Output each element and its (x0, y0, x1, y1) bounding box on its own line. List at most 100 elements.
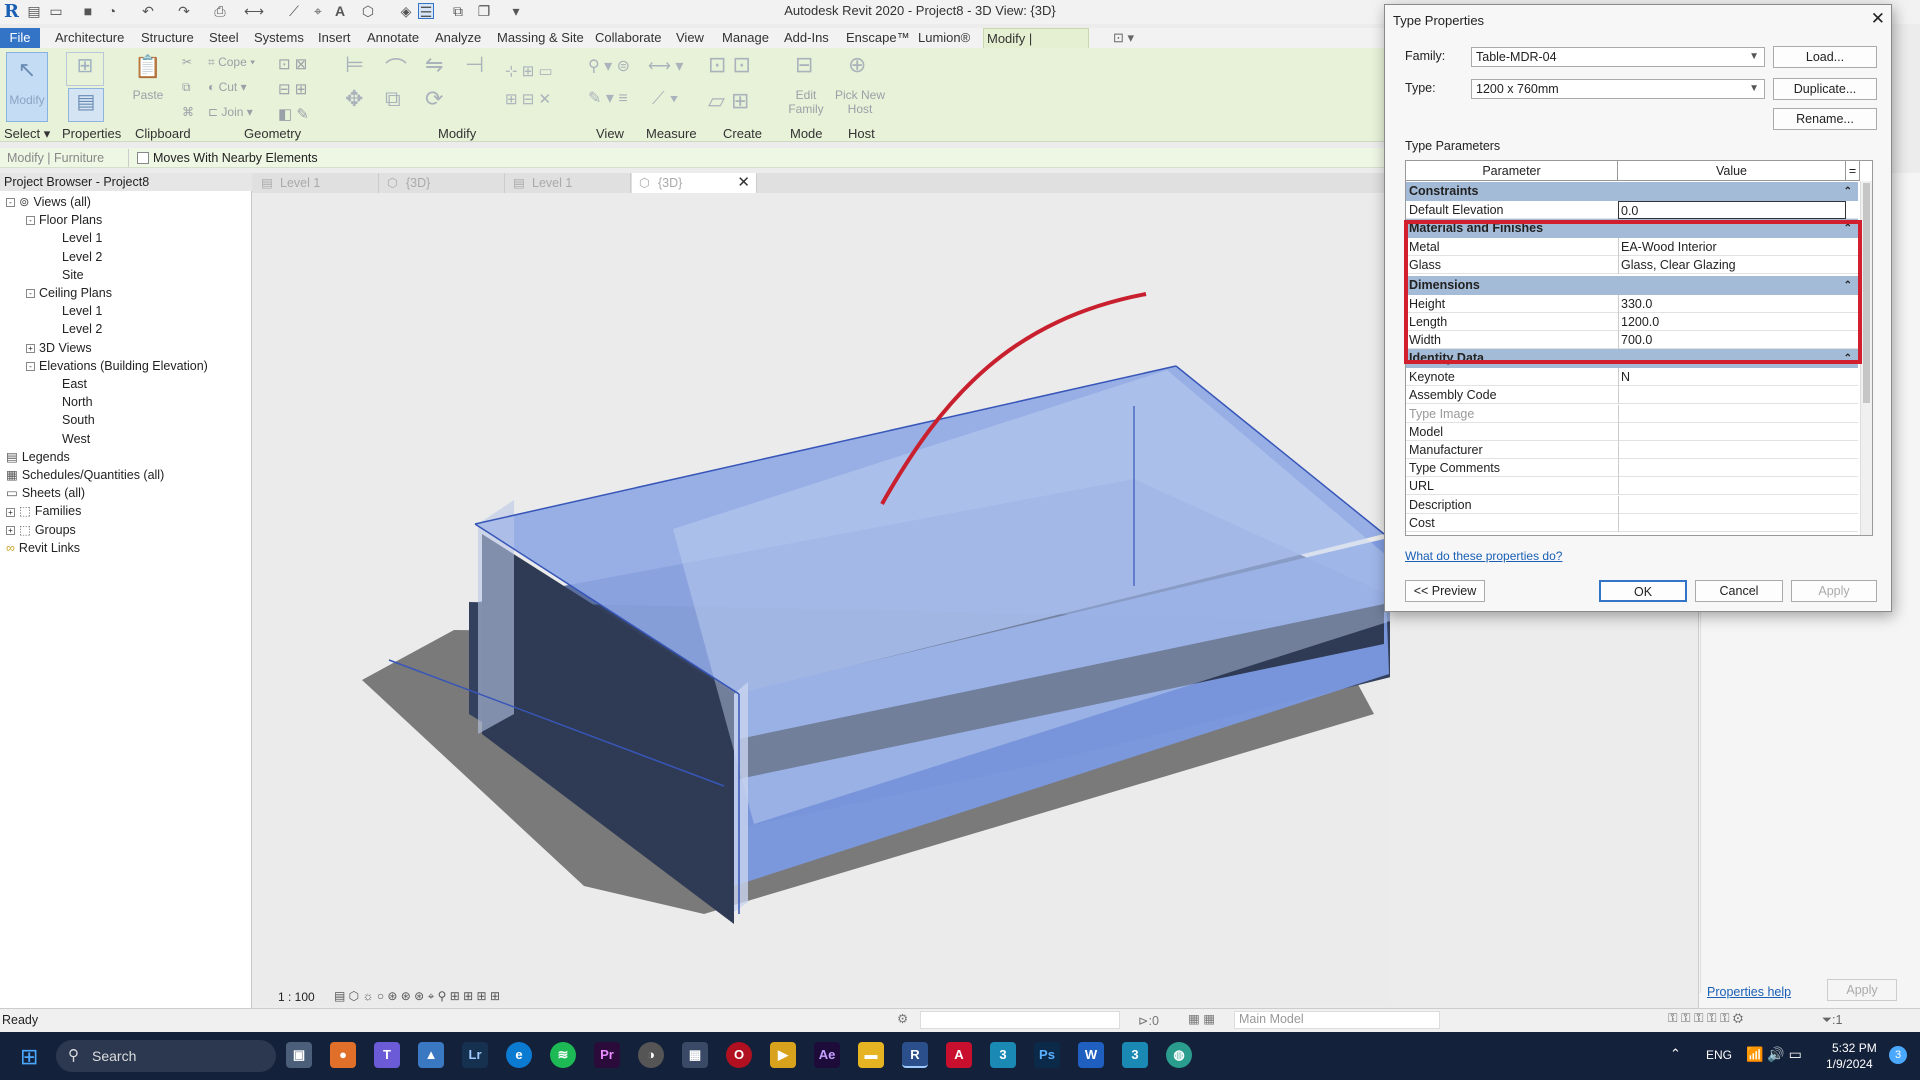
parameter-value[interactable] (1618, 404, 1846, 423)
create-group-icon[interactable]: ▱ ⊞ (708, 88, 749, 114)
tab-view[interactable]: View (673, 28, 707, 48)
parameter-value[interactable] (1618, 459, 1846, 478)
parameter-value[interactable] (1618, 441, 1846, 459)
tab-file[interactable]: File (0, 28, 40, 48)
parameter-row[interactable]: URL (1406, 477, 1858, 496)
array-icon[interactable]: ⊞ ⊟ ✕ (505, 90, 551, 108)
opera-icon[interactable]: O (726, 1042, 752, 1068)
tree-item[interactable]: ▦ Schedules/Quantities (all) (6, 466, 164, 484)
tree-item[interactable]: East (62, 375, 87, 393)
parameter-row[interactable]: Keynote N (1406, 368, 1858, 387)
tab-systems[interactable]: Systems (251, 28, 307, 48)
join-button[interactable]: ⊏ Join ▾ (208, 105, 253, 119)
view-scale[interactable]: 1 : 100 (278, 990, 315, 1004)
paint-icons[interactable]: ◧ ✎ (278, 105, 309, 123)
collapse-icon[interactable]: - (6, 198, 15, 208)
parameter-value[interactable]: 0.0 (1618, 201, 1846, 219)
spotify-icon[interactable]: ≋ (550, 1042, 576, 1068)
tree-item[interactable]: - Elevations (Building Elevation) (26, 357, 208, 375)
cut-button[interactable]: ◐ Cut ▾ (208, 80, 247, 94)
3dsmax-icon-2[interactable]: 3 (1122, 1042, 1148, 1068)
close-icon[interactable]: ✕ (1871, 9, 1885, 29)
cut-tool-icon[interactable]: ✂ (182, 55, 192, 69)
view-tools-icons[interactable]: ⚲ ▾ ⊜ (588, 56, 630, 76)
apply-button[interactable]: Apply (1791, 580, 1877, 602)
tree-item[interactable]: Level 1 (62, 302, 102, 320)
section-header[interactable]: Constraints ⌃ (1406, 182, 1858, 201)
edge-icon[interactable]: e (506, 1042, 532, 1068)
photoshop-icon[interactable]: Ps (1034, 1042, 1060, 1068)
people-app-icon[interactable]: ● (330, 1042, 356, 1068)
clock-time[interactable]: 5:32 PM (1832, 1041, 1877, 1055)
family-dropdown[interactable]: Table-MDR-04 ▼ (1471, 47, 1765, 67)
match-tool-icon[interactable]: ⌘ (182, 105, 194, 119)
tree-item[interactable]: + ⬚ Groups (6, 521, 76, 539)
tree-item[interactable]: Level 1 (62, 229, 102, 247)
edit-family-button[interactable]: Edit Family (785, 88, 827, 116)
tab-annotate[interactable]: Annotate (364, 28, 422, 48)
copy-icon[interactable]: ⧉ (385, 86, 401, 112)
tree-item[interactable]: ∞ Revit Links (6, 539, 80, 557)
windows-start-icon[interactable]: ⊞ (20, 1044, 38, 1070)
rename-button[interactable]: Rename... (1773, 108, 1877, 130)
tree-item[interactable]: ▤ Legends (6, 448, 70, 466)
tab-structure[interactable]: Structure (138, 28, 197, 48)
properties-apply-button[interactable]: Apply (1827, 979, 1897, 1001)
autocad-icon[interactable]: A (946, 1042, 972, 1068)
tree-item[interactable]: ▭ Sheets (all) (6, 484, 85, 502)
create-parts-icon[interactable]: ⊡ ⊡ (708, 52, 751, 78)
parameter-row[interactable]: Description (1406, 495, 1858, 514)
column-header-value[interactable]: Value (1618, 161, 1846, 181)
tree-item[interactable]: Level 2 (62, 248, 102, 266)
type-properties-icon[interactable]: ⊞ (66, 52, 104, 86)
workset-icon[interactable]: ⚙ (897, 1011, 908, 1026)
help-link[interactable]: What do these properties do? (1405, 549, 1562, 563)
tree-item[interactable]: - Floor Plans (26, 211, 102, 229)
pick-new-host-icon[interactable]: ⊕ (848, 52, 866, 78)
offset-icon[interactable]: ⌒ (385, 52, 407, 84)
tab-steel[interactable]: Steel (206, 28, 242, 48)
lightroom-icon[interactable]: Lr (462, 1042, 488, 1068)
tree-item[interactable]: Level 2 (62, 320, 102, 338)
tab-add-ins[interactable]: Add-Ins (781, 28, 832, 48)
properties-help-link[interactable]: Properties help (1707, 985, 1791, 999)
tab-collaborate[interactable]: Collaborate (592, 28, 665, 48)
main-model-dropdown[interactable]: Main Model (1234, 1011, 1440, 1029)
edit-family-icon[interactable]: ⊟ (795, 52, 813, 78)
tab-lumion[interactable]: Lumion® (915, 28, 973, 48)
calendar-icon[interactable]: ▦ (682, 1042, 708, 1068)
parameter-row[interactable]: Manufacturer (1406, 441, 1858, 459)
column-header-equals[interactable]: = (1846, 161, 1860, 181)
tab-modify-furniture[interactable]: Modify | Furniture (983, 28, 1089, 66)
teams-icon[interactable]: T (374, 1042, 400, 1068)
tab-insert[interactable]: Insert (315, 28, 354, 48)
tab-extra-dropdown[interactable]: ⊡ ▾ (1110, 28, 1137, 48)
task-view-icon[interactable]: ▣ (286, 1042, 312, 1068)
view-control-icons[interactable]: ▤ ⬡ ☼ ○ ⊛ ⊛ ⊛ ⌖ ⚲ ⊞ ⊞ ⊞ ⊞ (334, 989, 500, 1004)
copy-tool-icon[interactable]: ⧉ (182, 80, 191, 95)
filter-count[interactable]: ⏷:1 (1822, 1013, 1842, 1028)
parameter-value[interactable] (1618, 477, 1846, 496)
paste-icon[interactable]: 📋 (134, 54, 161, 80)
parameter-value[interactable] (1618, 495, 1846, 514)
mirror-icon[interactable]: ⇋ (425, 52, 443, 78)
3dsmax-icon[interactable]: 3 (990, 1042, 1016, 1068)
collapse-icon[interactable]: - (26, 362, 35, 371)
table-3d-model[interactable] (254, 194, 1444, 1002)
parameter-value[interactable] (1618, 386, 1846, 405)
collapse-icon[interactable]: ⌃ (1844, 182, 1852, 201)
measure-icon-ribbon[interactable]: ⟷ ▾ (648, 56, 683, 76)
align-icon[interactable]: ⊨ (345, 52, 364, 78)
media-icon[interactable]: ▶ (770, 1042, 796, 1068)
moves-with-nearby-checkbox[interactable] (137, 152, 149, 164)
workset-dropdown[interactable] (920, 1011, 1120, 1029)
3d-viewport[interactable] (254, 194, 1444, 1002)
chevron-up-icon[interactable]: ⌃ (1670, 1046, 1681, 1062)
design-options-icon[interactable]: ▦ ▦ (1188, 1011, 1215, 1026)
tree-item[interactable]: + ⬚ Families (6, 502, 81, 520)
ok-button[interactable]: OK (1599, 580, 1687, 602)
photos-icon[interactable]: ▲ (418, 1042, 444, 1068)
tree-item[interactable]: +3D Views (26, 339, 92, 357)
language-indicator[interactable]: ENG (1706, 1048, 1732, 1062)
parameter-row[interactable]: Cost (1406, 513, 1858, 532)
